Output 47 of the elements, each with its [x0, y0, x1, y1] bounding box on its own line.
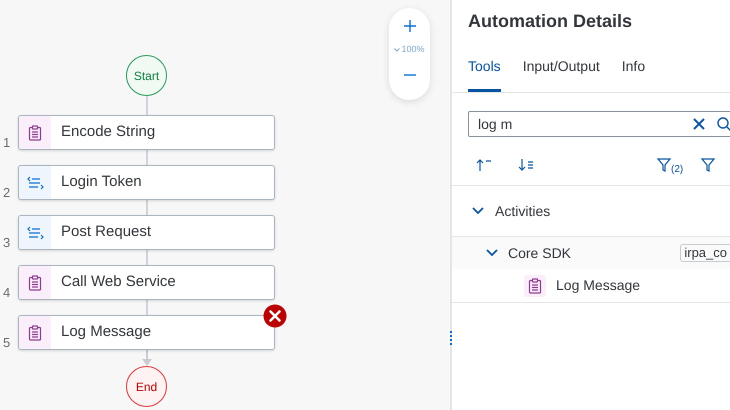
step-label: Call Web Service [61, 272, 176, 292]
minus-icon [404, 74, 416, 76]
clipboard-icon [28, 124, 42, 140]
step-number: 1 [2, 136, 12, 149]
tab[interactable]: Info [622, 56, 646, 92]
plus-icon [404, 20, 416, 32]
start-node: Start [126, 55, 167, 96]
end-node: End [126, 366, 167, 407]
panel-title: Automation Details [467, 10, 634, 33]
step-number: 5 [2, 336, 12, 349]
sort-ascending-icon[interactable] [476, 159, 492, 171]
module-tag: irpa_co [680, 244, 730, 262]
step-number: 2 [2, 186, 12, 199]
tree-item[interactable]: Core SDK irpa_co [452, 237, 730, 269]
clipboard-icon [28, 274, 42, 290]
step-label: Post Request [61, 222, 152, 242]
resize-handle[interactable] [450, 330, 452, 344]
step-label: Encode String [61, 122, 156, 142]
search-input[interactable]: log m [478, 114, 678, 134]
activity-step[interactable]: Log Message [18, 315, 275, 350]
chevron-down-icon[interactable] [471, 206, 485, 216]
search-icon[interactable] [717, 117, 730, 131]
filter-icon[interactable] [701, 158, 716, 172]
clipboard-icon [528, 278, 542, 294]
filter-button[interactable]: (2) [657, 158, 684, 172]
chevron-down-icon[interactable] [485, 248, 499, 258]
clear-icon[interactable] [693, 118, 705, 130]
activity-step[interactable]: Call Web Service [18, 265, 275, 300]
sort-descending-icon[interactable] [518, 159, 534, 171]
tree-item[interactable]: Log Message [452, 269, 730, 303]
clipboard-icon [28, 324, 42, 340]
list-icon [26, 176, 44, 190]
list-icon [26, 226, 44, 240]
activity-step[interactable]: Login Token [18, 165, 275, 200]
step-number: 3 [2, 236, 12, 249]
chevron-down-icon [394, 48, 400, 52]
tab[interactable]: Tools [468, 56, 501, 92]
activity-step[interactable]: Encode String [18, 115, 275, 150]
step-label: Log Message [61, 322, 152, 342]
connector-arrow [142, 350, 152, 366]
step-number: 4 [2, 286, 12, 299]
filter-icon [657, 158, 671, 172]
tree-item[interactable]: Activities [452, 186, 730, 236]
step-label: Login Token [61, 172, 142, 192]
activity-step[interactable]: Post Request [18, 215, 275, 250]
tab[interactable]: Input/Output [522, 56, 600, 92]
search-field[interactable]: log m [468, 111, 730, 137]
